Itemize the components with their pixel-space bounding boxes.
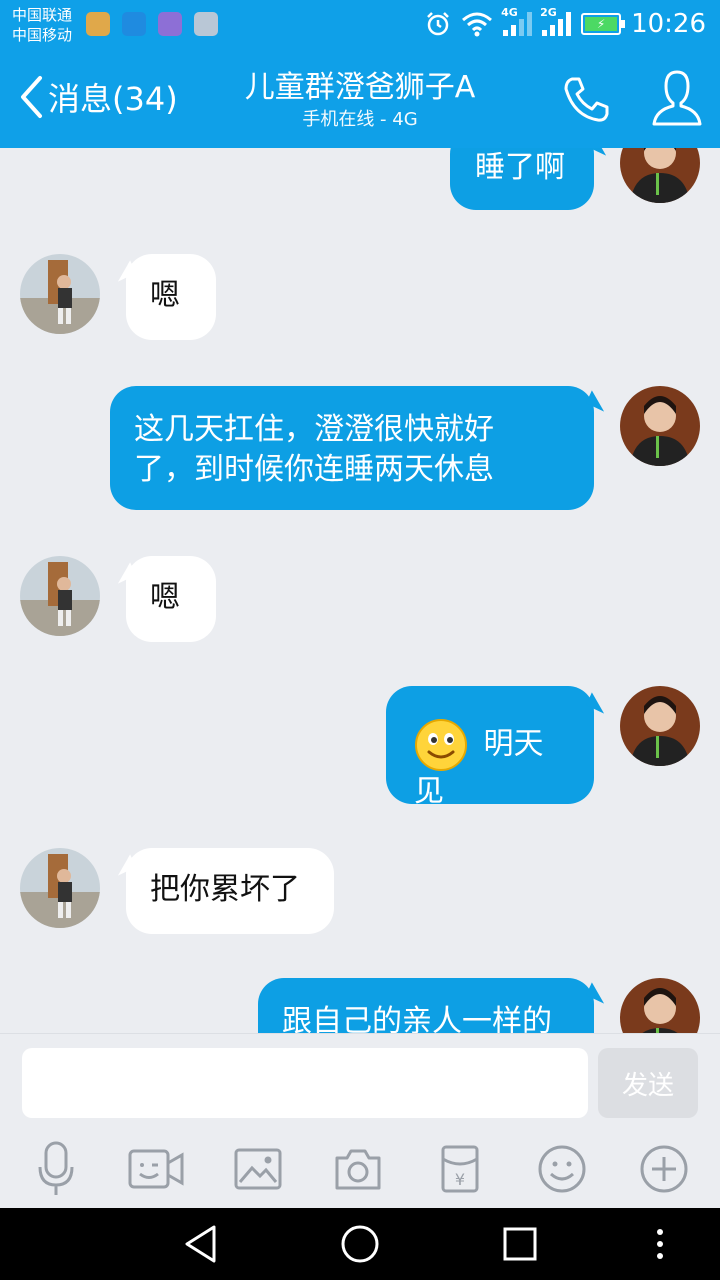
smiley-emoji-icon — [415, 719, 467, 771]
incoming-message[interactable]: 嗯 — [126, 556, 216, 642]
my-avatar[interactable] — [620, 686, 700, 766]
mail-notification-icon — [194, 12, 218, 36]
carrier-2: 中国移动 — [12, 26, 73, 44]
recents-nav-icon[interactable] — [498, 1222, 542, 1266]
chevron-left-icon — [21, 76, 42, 118]
back-button[interactable]: 消息(34) — [18, 74, 178, 120]
plus-icon[interactable] — [634, 1139, 694, 1199]
send-button[interactable]: 发送 — [598, 1048, 698, 1118]
app-notification-icon — [86, 12, 110, 36]
emoji-icon[interactable] — [532, 1139, 592, 1199]
wifi-icon — [462, 12, 493, 37]
video-call-icon[interactable] — [126, 1139, 186, 1199]
incoming-message[interactable]: 把你累坏了 — [126, 848, 334, 934]
outgoing-message[interactable]: 明天见 — [386, 686, 594, 809]
outgoing-message[interactable]: 睡了啊 — [450, 148, 594, 210]
message-text: 嗯 — [150, 278, 180, 313]
more-options-icon[interactable] — [638, 1222, 682, 1266]
navigation-bar — [0, 1208, 720, 1280]
online-status: 手机在线 - 4G — [302, 109, 418, 130]
carrier-1: 中国联通 — [12, 6, 73, 24]
incoming-message[interactable]: 嗯 — [126, 254, 216, 340]
outgoing-message[interactable]: 跟自己的亲人一样的 — [258, 978, 594, 1033]
chat-toolbar: ¥ — [0, 1133, 720, 1208]
message-input[interactable] — [22, 1048, 588, 1118]
my-avatar[interactable] — [620, 148, 700, 203]
chat-title: 儿童群澄爸狮子A — [244, 70, 476, 105]
chat-title-area[interactable]: 儿童群澄爸狮子A 手机在线 - 4G — [180, 68, 540, 132]
message-text: 睡了啊 — [475, 150, 565, 185]
microphone-icon[interactable] — [26, 1139, 86, 1199]
message-notification-icon — [122, 12, 146, 36]
network-4g-label: 4G — [501, 6, 518, 19]
image-icon[interactable] — [228, 1139, 288, 1199]
alarm-icon — [427, 12, 449, 36]
message-text: 跟自己的亲人一样的 — [282, 1004, 552, 1033]
message-text: 嗯 — [150, 580, 180, 615]
back-nav-icon[interactable] — [178, 1222, 222, 1266]
status-indicators: 4G 2G ⚡ 10:26 — [425, 6, 706, 40]
profile-icon[interactable] — [650, 68, 704, 128]
message-text-line-2: 了，到时候你连睡两天休息 — [134, 452, 494, 487]
contact-avatar[interactable] — [20, 556, 100, 636]
contact-avatar[interactable] — [20, 848, 100, 928]
gallery-notification-icon — [158, 12, 182, 36]
input-bar: 发送 — [0, 1033, 720, 1133]
home-nav-icon[interactable] — [338, 1222, 382, 1266]
signal-4g-icon: 4G — [501, 6, 533, 36]
back-label: 消息(34) — [48, 80, 178, 118]
clock: 10:26 — [631, 9, 706, 39]
camera-icon[interactable] — [328, 1139, 388, 1199]
outgoing-message[interactable]: 这几天扛住，澄澄很快就好 了，到时候你连睡两天休息 — [110, 386, 594, 510]
svg-text:¥: ¥ — [455, 1170, 465, 1189]
message-list[interactable]: 睡了啊 嗯 这几天扛住，澄澄很快就好 了，到时候你连睡两天休息 嗯 明天见 把你… — [0, 148, 720, 1033]
signal-2g-icon: 2G — [540, 6, 572, 36]
status-bar: 中国联通 中国移动 4G 2G ⚡ 10:26 — [0, 0, 720, 48]
contact-avatar[interactable] — [20, 254, 100, 334]
phone-call-icon[interactable] — [560, 74, 612, 126]
message-text-line-1: 这几天扛住，澄澄很快就好 — [134, 412, 494, 447]
carrier-info: 中国联通 中国移动 — [12, 5, 72, 45]
chat-header: 消息(34) 儿童群澄爸狮子A 手机在线 - 4G — [0, 48, 720, 148]
message-text: 把你累坏了 — [150, 872, 300, 907]
my-avatar[interactable] — [620, 978, 700, 1033]
network-2g-label: 2G — [540, 6, 557, 19]
red-packet-icon[interactable]: ¥ — [430, 1139, 490, 1199]
my-avatar[interactable] — [620, 386, 700, 466]
battery-icon: ⚡ — [581, 13, 626, 35]
